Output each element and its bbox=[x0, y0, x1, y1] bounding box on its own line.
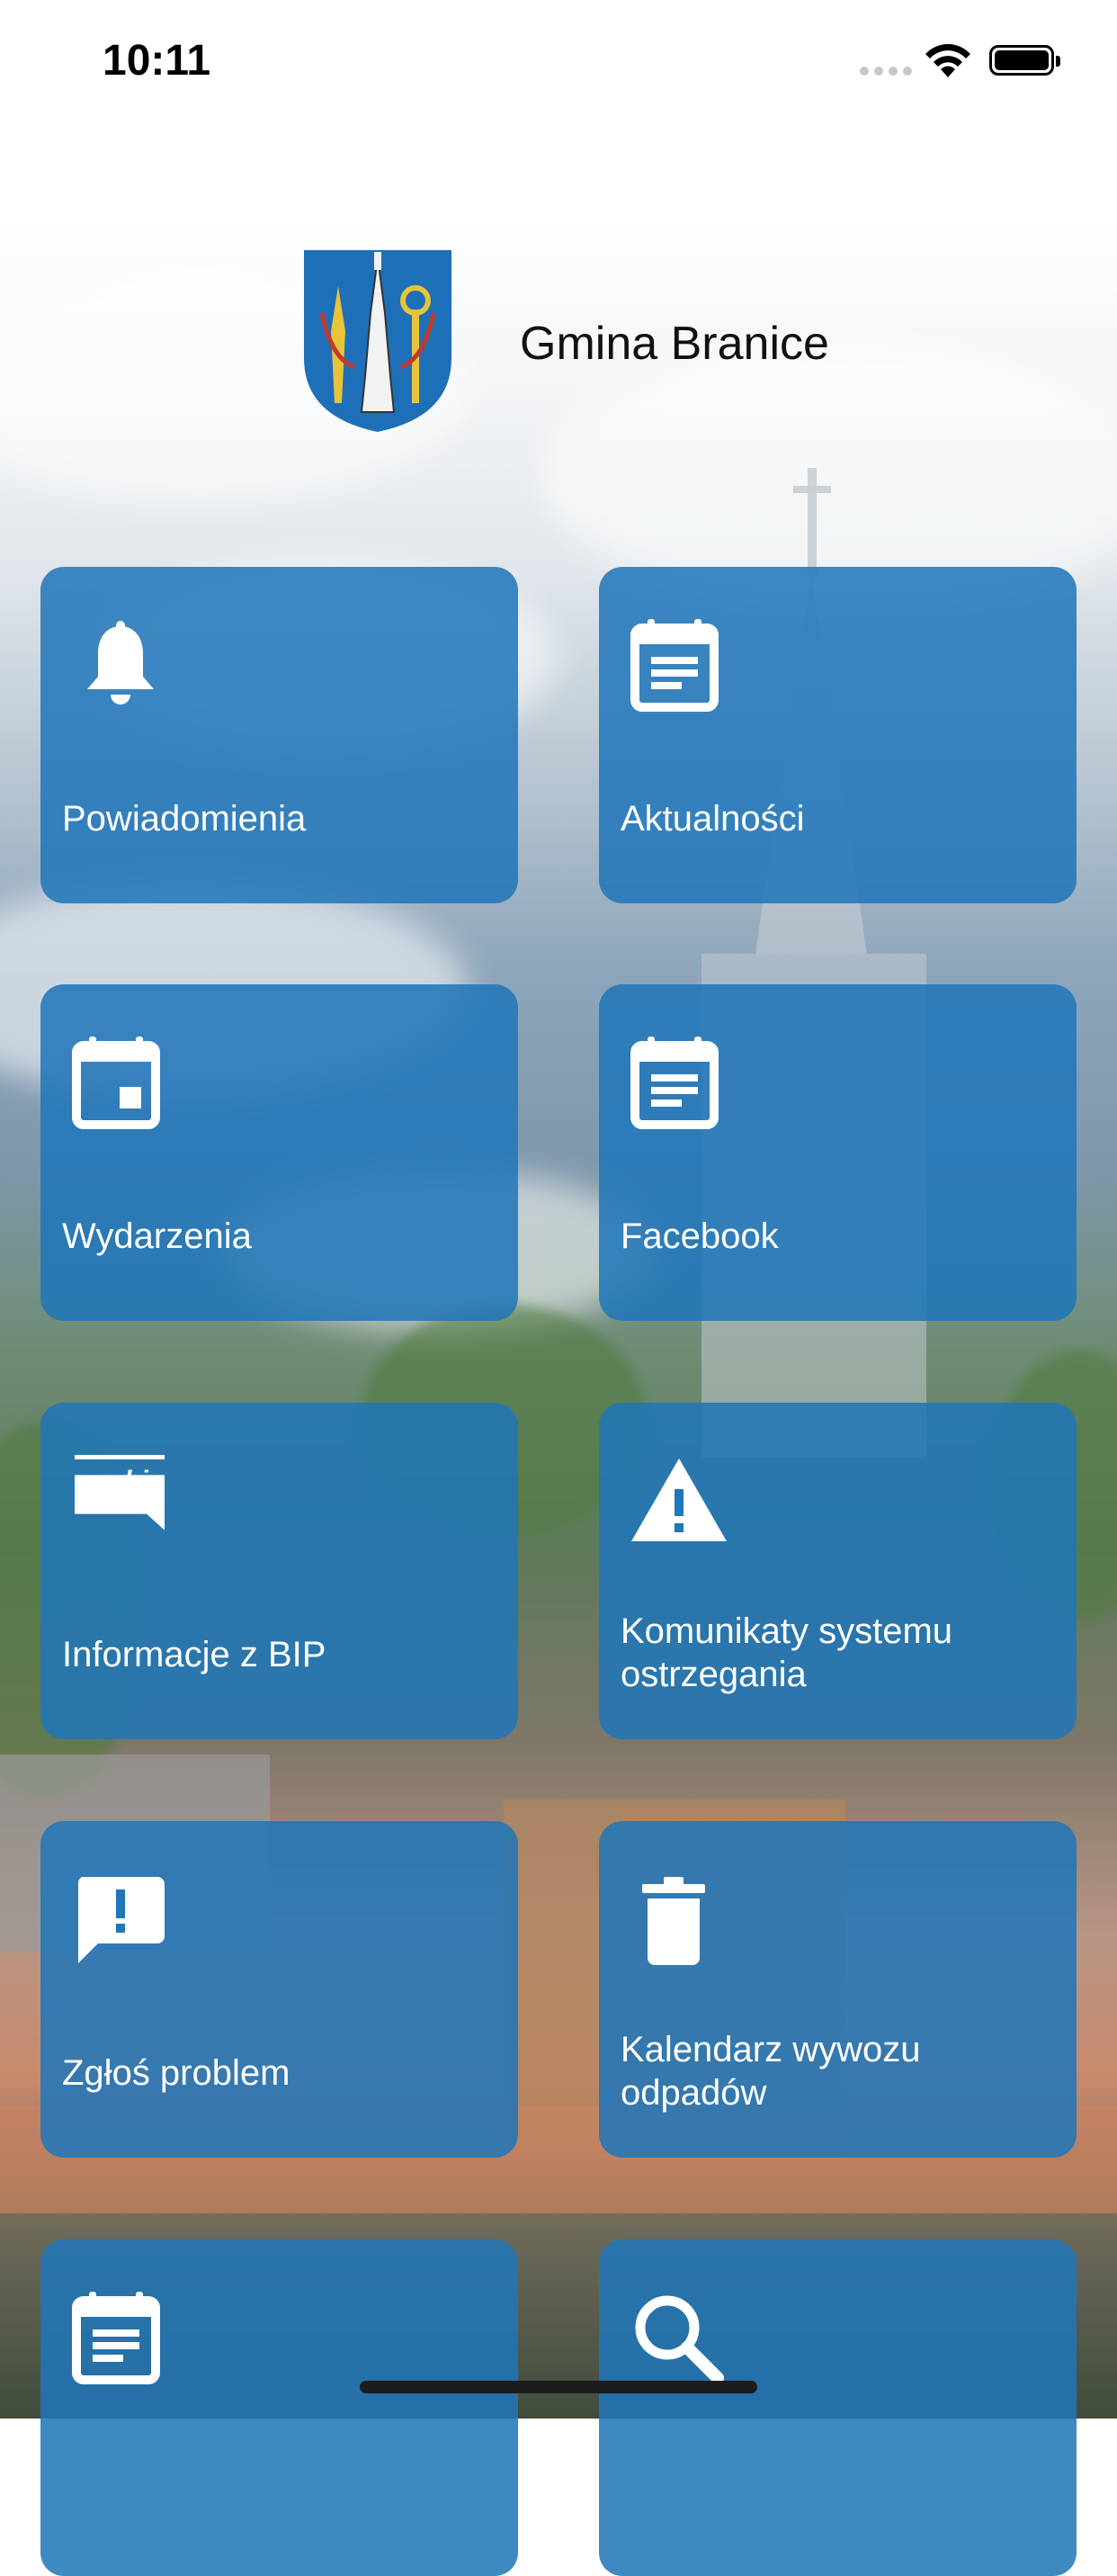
tile-aktualnosci[interactable]: Aktualności bbox=[599, 567, 1077, 903]
bip-icon: bip bbox=[75, 1455, 165, 1530]
warning-icon bbox=[631, 1459, 727, 1541]
trash-icon bbox=[642, 1877, 705, 1965]
bell-icon bbox=[87, 621, 154, 705]
tile-partial-search[interactable] bbox=[599, 2239, 1077, 2576]
cellular-signal-icon bbox=[860, 67, 912, 76]
search-icon bbox=[635, 2295, 724, 2384]
news-icon bbox=[630, 619, 719, 712]
app-header: Gmina Branice bbox=[0, 243, 1117, 441]
tile-label: Powiadomienia bbox=[62, 799, 307, 839]
tile-informacje-bip[interactable]: bip Informacje z BIP bbox=[40, 1403, 518, 1739]
news-icon bbox=[72, 2292, 160, 2384]
tile-powiadomienia[interactable]: Powiadomienia bbox=[40, 567, 518, 903]
tile-label: Informacje z BIP bbox=[62, 1635, 326, 1674]
tile-label: Facebook bbox=[621, 1216, 779, 1256]
app-title: Gmina Branice bbox=[520, 318, 829, 370]
svg-text:bip: bip bbox=[124, 1466, 165, 1495]
tile-kalendarz-odpadow[interactable]: Kalendarz wywozu odpadów bbox=[599, 1821, 1077, 2158]
news-icon bbox=[630, 1037, 719, 1129]
calendar-icon bbox=[72, 1037, 160, 1129]
status-bar: 10:11 bbox=[0, 0, 1117, 126]
tile-label: Aktualności bbox=[621, 799, 805, 839]
tile-zglos-problem[interactable]: Zgłoś problem bbox=[40, 1821, 518, 2158]
tile-label: Wydarzenia bbox=[62, 1216, 252, 1256]
tile-facebook[interactable]: Facebook bbox=[599, 984, 1077, 1321]
wifi-icon bbox=[925, 44, 970, 77]
battery-icon bbox=[989, 45, 1060, 76]
tile-wydarzenia[interactable]: Wydarzenia bbox=[40, 984, 518, 1321]
home-indicator[interactable] bbox=[360, 2381, 757, 2393]
status-time: 10:11 bbox=[103, 37, 211, 85]
report-problem-icon bbox=[77, 1877, 165, 1963]
tile-label: Zgłoś problem bbox=[62, 2053, 290, 2093]
coat-of-arms-icon bbox=[304, 250, 451, 432]
tile-label: Komunikaty systemu ostrzegania bbox=[621, 1611, 953, 1694]
tile-partial-news[interactable] bbox=[40, 2239, 518, 2576]
tile-label: Kalendarz wywozu odpadów bbox=[621, 2030, 921, 2113]
tile-komunikaty[interactable]: Komunikaty systemu ostrzegania bbox=[599, 1403, 1077, 1739]
